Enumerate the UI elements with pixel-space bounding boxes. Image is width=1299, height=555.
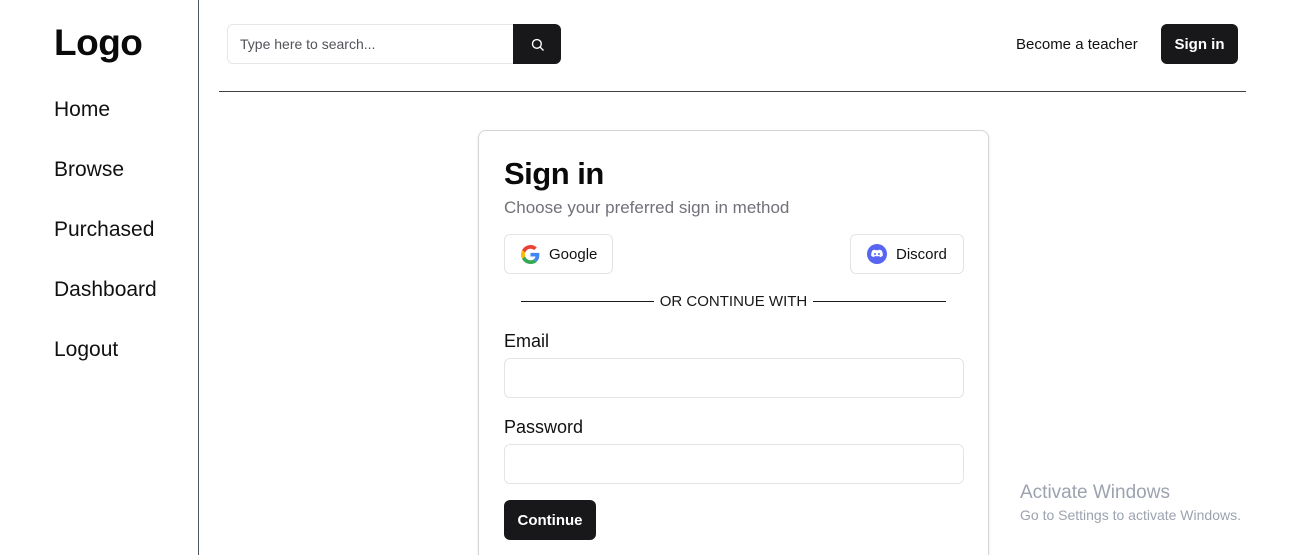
signin-card: Sign in Choose your preferred sign in me… (478, 130, 989, 555)
logo[interactable]: Logo (54, 22, 143, 64)
sidebar-nav: Home Browse Purchased Dashboard Logout (54, 95, 157, 395)
watermark-title: Activate Windows (1020, 482, 1170, 503)
discord-signin-button[interactable]: Discord (850, 234, 964, 274)
email-label: Email (504, 331, 550, 351)
discord-button-label: Discord (896, 245, 947, 263)
header-signin-button[interactable]: Sign in (1161, 24, 1238, 64)
become-teacher-link[interactable]: Become a teacher (1016, 36, 1138, 53)
signin-title: Sign in (504, 156, 604, 191)
search-input[interactable] (227, 24, 513, 64)
activate-windows-watermark: Activate Windows Go to Settings to activ… (1020, 482, 1241, 523)
or-divider: OR CONTINUE WITH (521, 291, 946, 311)
password-label: Password (504, 417, 584, 437)
google-icon (521, 244, 540, 264)
google-signin-button[interactable]: Google (504, 234, 613, 274)
continue-button[interactable]: Continue (504, 500, 596, 540)
signin-subtitle: Choose your preferred sign in method (504, 198, 790, 217)
top-bar: Become a teacher Sign in (219, 0, 1246, 92)
google-button-label: Google (549, 245, 598, 263)
email-field[interactable] (504, 358, 964, 398)
sidebar-item-browse[interactable]: Browse (54, 155, 157, 215)
search-bar (227, 24, 561, 64)
search-icon (531, 38, 544, 51)
divider-line-left (521, 300, 654, 302)
divider-text: OR CONTINUE WITH (659, 292, 808, 310)
sidebar-item-home[interactable]: Home (54, 95, 157, 155)
sidebar-item-logout[interactable]: Logout (54, 335, 157, 395)
sidebar: Logo Home Browse Purchased Dashboard Log… (0, 0, 199, 555)
divider-line-right (813, 300, 946, 302)
password-field[interactable] (504, 444, 964, 484)
discord-icon (867, 244, 887, 264)
sidebar-item-purchased[interactable]: Purchased (54, 215, 157, 275)
sidebar-item-dashboard[interactable]: Dashboard (54, 275, 157, 335)
search-button[interactable] (513, 24, 561, 64)
watermark-subtitle: Go to Settings to activate Windows. (1020, 507, 1241, 523)
